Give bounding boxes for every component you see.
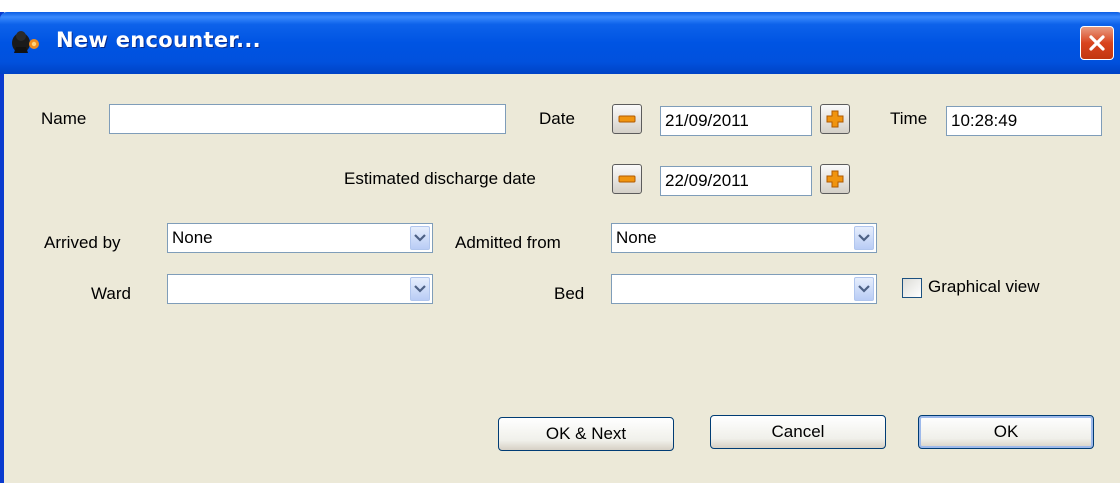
graphical-view-label[interactable]: Graphical view (928, 277, 1040, 297)
bed-select[interactable] (611, 274, 877, 304)
minus-icon (618, 175, 636, 183)
cancel-button[interactable]: Cancel (710, 415, 886, 449)
plus-icon (826, 110, 844, 128)
admitted-from-value: None (616, 228, 657, 247)
admitted-from-label: Admitted from (455, 233, 561, 252)
date-field[interactable]: 21/09/2011 (660, 106, 812, 136)
arrived-by-dropdown-button[interactable] (410, 226, 430, 250)
title-bar[interactable]: New encounter... (0, 12, 1120, 74)
window-title: New encounter... (56, 28, 261, 52)
time-field[interactable]: 10:28:49 (946, 106, 1102, 136)
graphical-view-checkbox[interactable] (902, 278, 922, 298)
ok-button[interactable]: OK (918, 415, 1094, 449)
discharge-date-label: Estimated discharge date (344, 169, 536, 188)
date-label: Date (539, 109, 575, 128)
chevron-down-icon (858, 285, 870, 293)
chevron-down-icon (858, 234, 870, 242)
chevron-down-icon (414, 285, 426, 293)
discharge-decrement-button[interactable] (612, 164, 642, 194)
arrived-by-label: Arrived by (44, 233, 121, 252)
discharge-increment-button[interactable] (820, 164, 850, 194)
close-icon (1089, 35, 1105, 51)
close-button[interactable] (1080, 26, 1114, 60)
ward-select[interactable] (167, 274, 433, 304)
ward-label: Ward (91, 284, 131, 303)
dialog-window: New encounter... Name Date 21/09/2011 Ti… (0, 12, 1120, 483)
admitted-from-dropdown-button[interactable] (854, 226, 874, 250)
discharge-date-field[interactable]: 22/09/2011 (660, 166, 812, 196)
name-field[interactable] (109, 104, 506, 134)
ok-next-button[interactable]: OK & Next (498, 417, 674, 451)
app-icon (12, 31, 39, 53)
name-label: Name (41, 109, 87, 128)
arrived-by-select[interactable]: None (167, 223, 433, 253)
date-decrement-button[interactable] (612, 104, 642, 134)
chevron-down-icon (414, 234, 426, 242)
date-value: 21/09/2011 (665, 111, 749, 130)
arrived-by-value: None (172, 228, 213, 247)
bed-dropdown-button[interactable] (854, 277, 874, 301)
time-value: 10:28:49 (951, 111, 1018, 130)
admitted-from-select[interactable]: None (611, 223, 877, 253)
bed-label: Bed (554, 284, 585, 303)
minus-icon (618, 115, 636, 123)
time-label: Time (890, 109, 928, 128)
plus-icon (826, 170, 844, 188)
date-increment-button[interactable] (820, 104, 850, 134)
ward-dropdown-button[interactable] (410, 277, 430, 301)
discharge-date-value: 22/09/2011 (665, 171, 749, 190)
